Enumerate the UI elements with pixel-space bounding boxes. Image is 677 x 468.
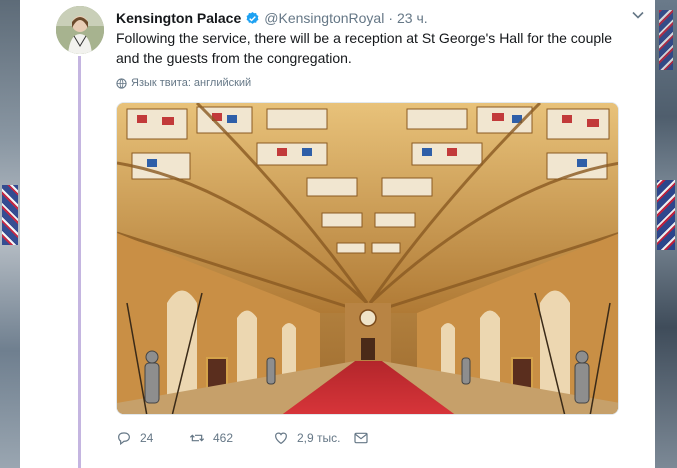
tweet-header: Kensington Palace @KensingtonRoyal · 23 … (116, 8, 641, 28)
direct-message-button[interactable] (353, 430, 369, 446)
reply-icon (118, 432, 130, 446)
direct-message-icon (354, 432, 368, 444)
retweet-icon (189, 434, 205, 442)
tweet-media-photo[interactable] (116, 102, 619, 415)
like-count: 2,9 тыс. (297, 431, 341, 445)
reply-count: 24 (140, 431, 154, 445)
retweet-button[interactable]: 462 (189, 430, 273, 446)
thread-line (78, 56, 81, 468)
chevron-down-icon[interactable] (631, 8, 645, 22)
tweet-card[interactable]: Kensington Palace @KensingtonRoyal · 23 … (20, 0, 655, 468)
background-flag-left (2, 185, 18, 245)
background-flag-right-top (659, 10, 673, 70)
author-handle[interactable]: @KensingtonRoyal (264, 10, 384, 26)
reply-button[interactable]: 24 (116, 430, 189, 446)
language-note-text: Язык твита: английский (131, 77, 252, 89)
timestamp[interactable]: 23 ч. (397, 10, 428, 26)
like-button[interactable]: 2,9 тыс. (273, 430, 353, 446)
like-icon (275, 432, 287, 445)
separator-dot: · (388, 10, 393, 26)
tweet-actions: 24 462 2,9 тыс. (116, 428, 369, 448)
language-note: Язык твита: английский (116, 77, 251, 89)
retweet-count: 462 (213, 431, 234, 445)
st-georges-hall-photo (117, 103, 618, 414)
tweet-text: Following the service, there will be a r… (116, 30, 613, 66)
background-flag-right (657, 180, 675, 250)
author-name[interactable]: Kensington Palace (116, 10, 241, 26)
globe-icon (116, 77, 127, 89)
verified-badge-icon (246, 11, 259, 24)
avatar[interactable] (56, 6, 104, 54)
